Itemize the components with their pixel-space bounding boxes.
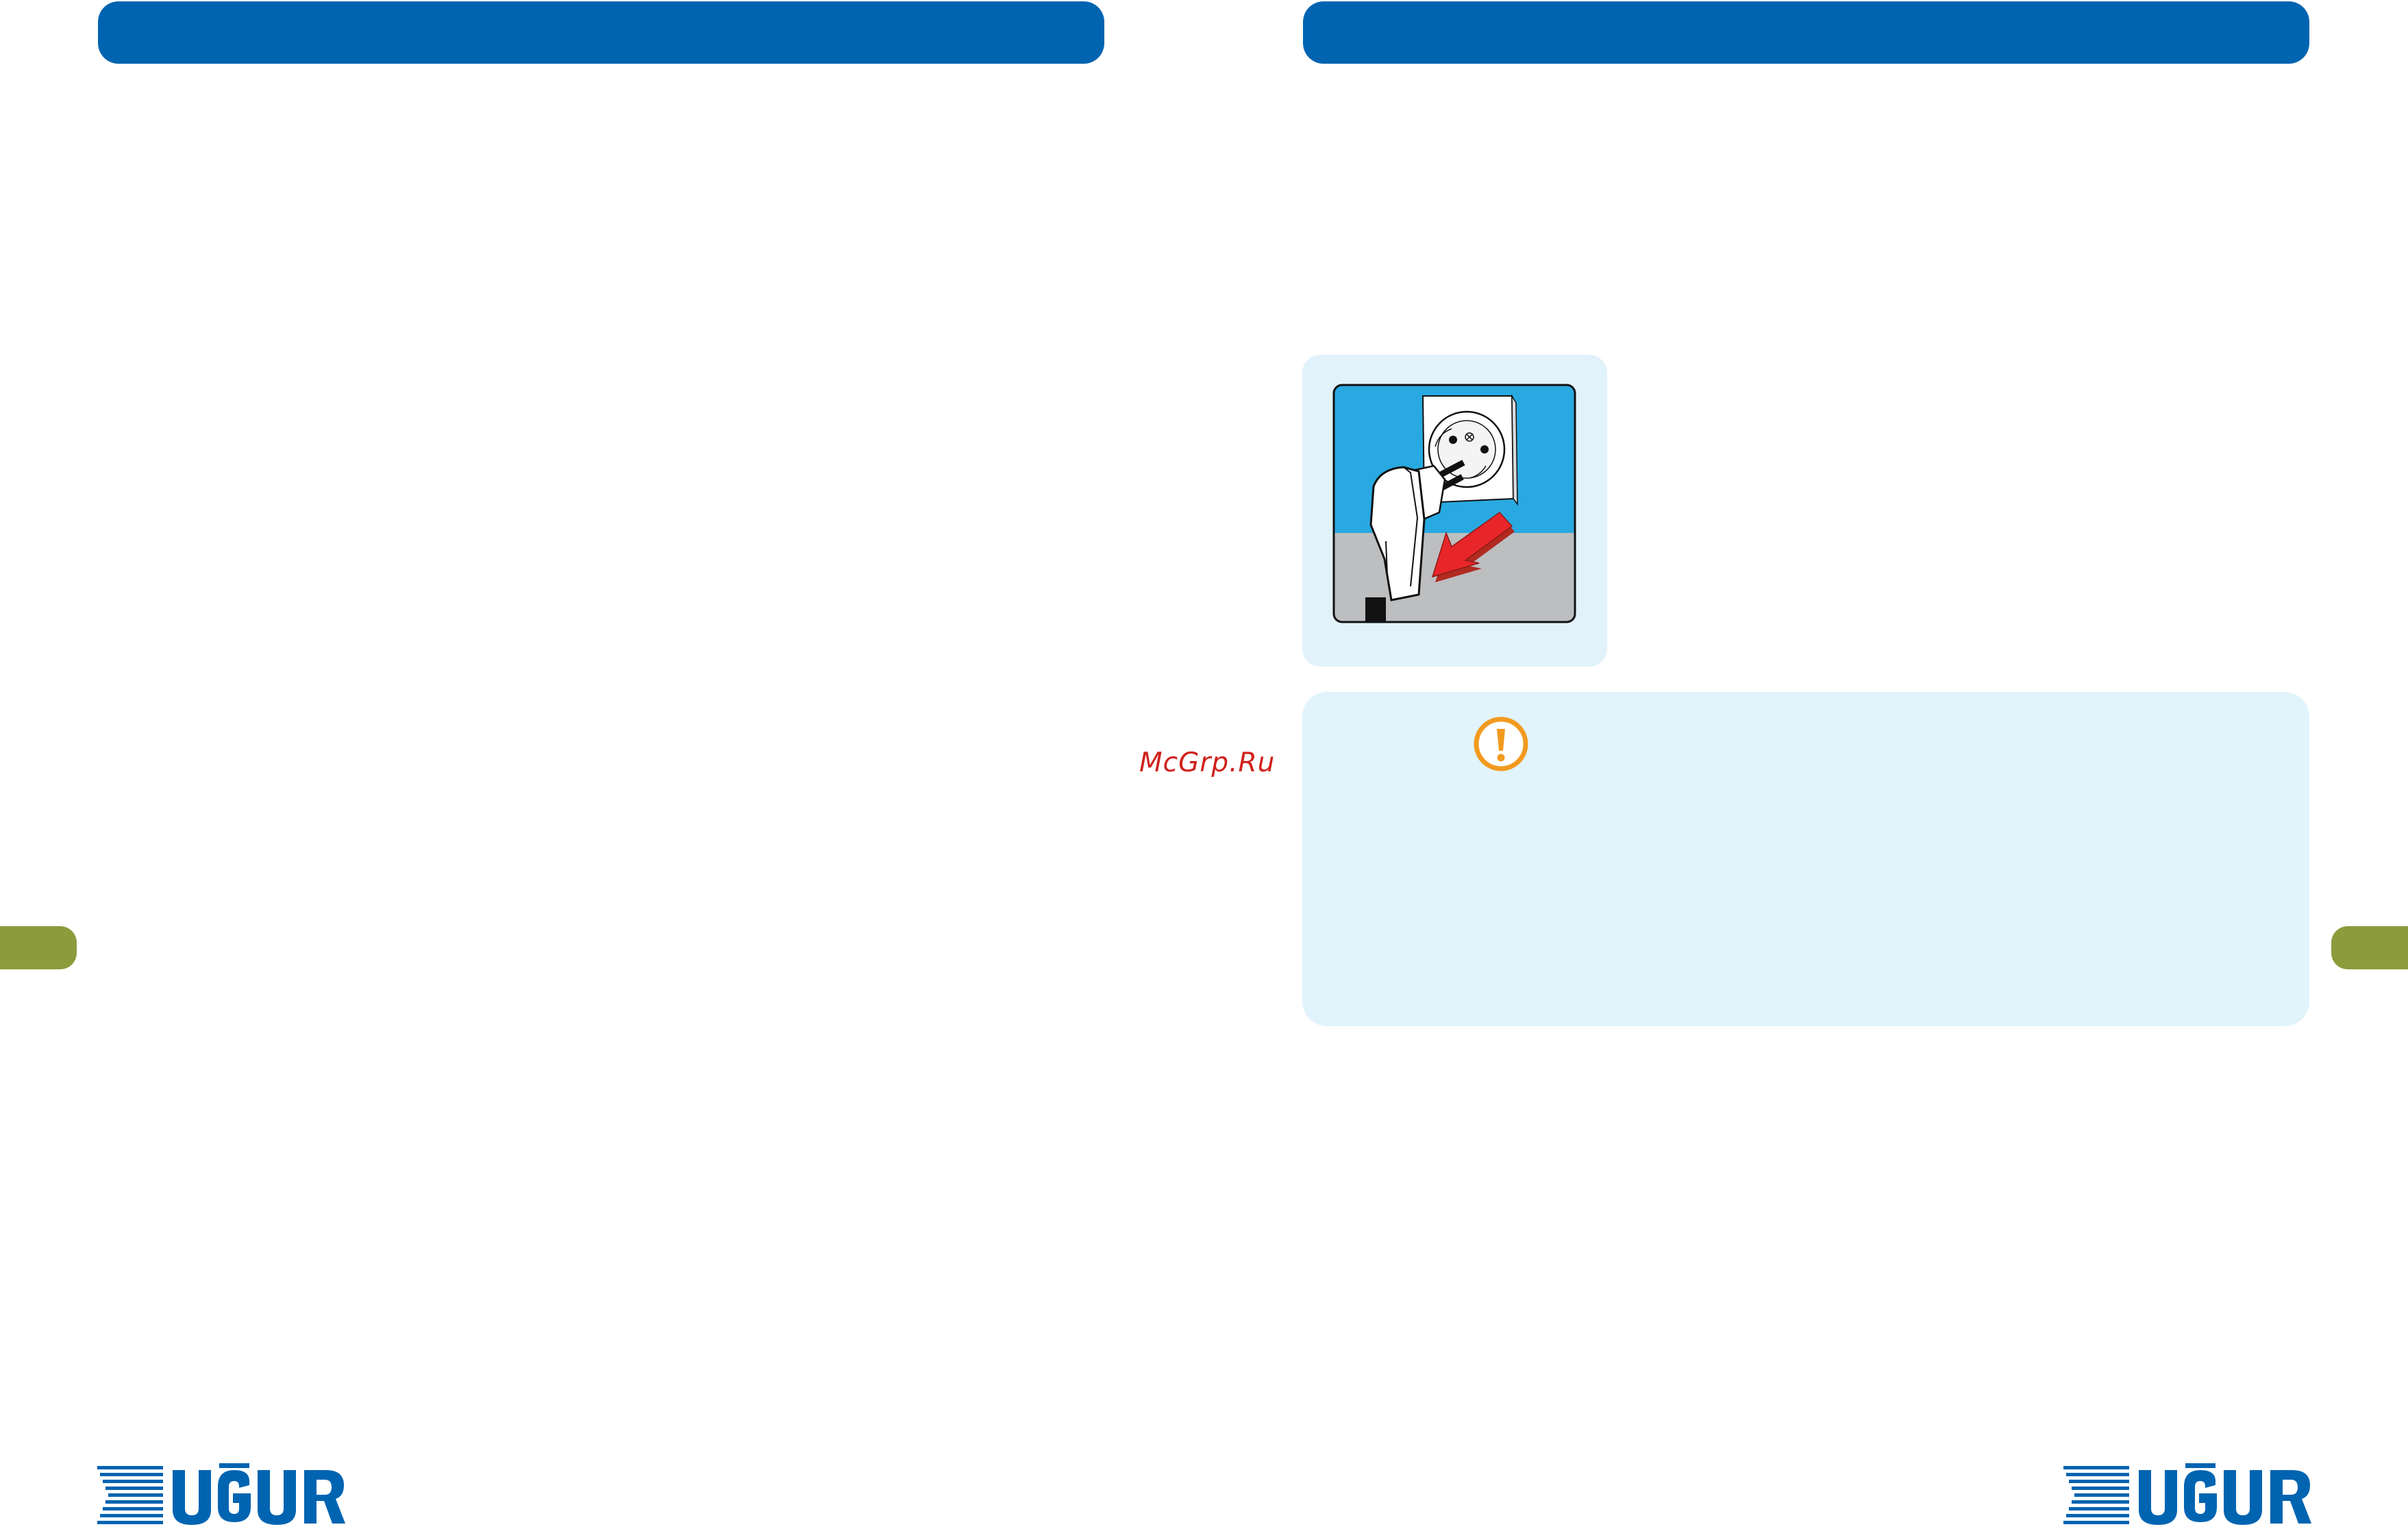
header-bar-left [98, 1, 1104, 64]
side-tab-left [0, 926, 77, 969]
unplug-power-cord-icon [1332, 384, 1576, 623]
warning-note-box [1302, 692, 2309, 1026]
header-bar-right [1303, 1, 2309, 64]
watermark: McGrp.Ru [1139, 747, 1276, 778]
unplug-illustration-panel [1302, 355, 1607, 667]
exclamation-warning-icon [1472, 715, 1530, 773]
ugur-brand-logo [97, 1463, 347, 1526]
ugur-brand-logo [2063, 1463, 2313, 1526]
side-tab-right [2331, 926, 2408, 969]
